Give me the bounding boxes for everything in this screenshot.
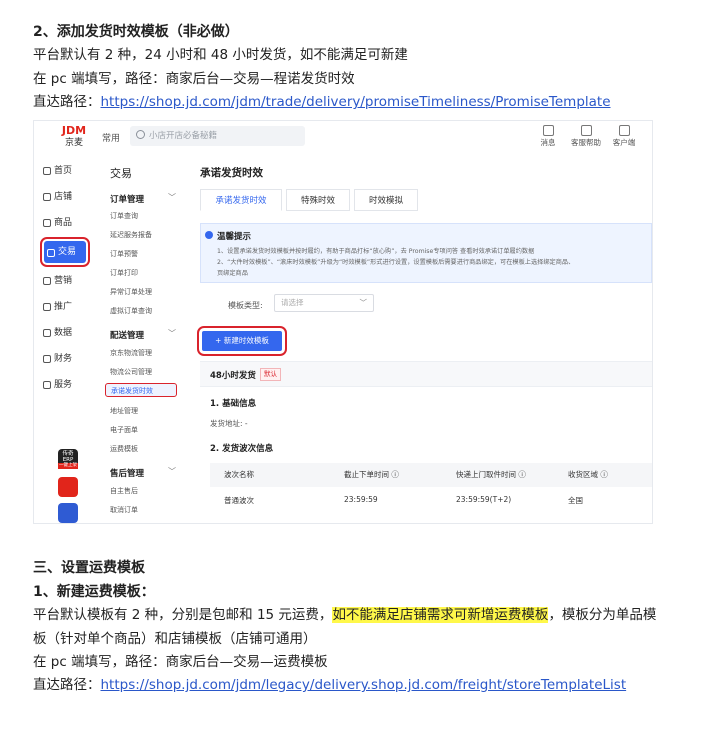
sub-nav-title: 交易 [110, 167, 132, 180]
new-template-button[interactable]: + 新建时效模板 [197, 326, 287, 356]
help-button[interactable]: 客服帮助 [566, 125, 606, 148]
group-after-sales[interactable]: 售后管理 ﹀ [110, 467, 176, 479]
sub-item-address[interactable]: 地址管理 [110, 406, 138, 416]
service-icon [43, 381, 51, 389]
chevron-down-icon: ﹀ [168, 193, 176, 202]
sub-item-delay-report[interactable]: 延迟服务报备 [110, 230, 152, 240]
table-header: 波次名称 截止下单时间 ⓘ 快递上门取件时间 ⓘ 收货区域 ⓘ [210, 463, 652, 487]
nav-shop[interactable]: 店铺 [40, 185, 92, 209]
home-icon [43, 167, 51, 175]
nav-goods[interactable]: 商品 [40, 211, 92, 235]
nav-home[interactable]: 首页 [40, 159, 92, 183]
sub-nav: 交易 订单管理 ﹀ 订单查询 延迟服务报备 订单预警 订单打印 异常订单处理 虚拟… [98, 153, 189, 523]
promise-template-link[interactable]: https://shop.jd.com/jdm/trade/delivery/p… [101, 94, 611, 110]
batch-info-heading: 2. 发货波次信息 [210, 444, 274, 454]
app-icon-blue[interactable] [58, 503, 78, 523]
nav-data[interactable]: 数据 [40, 321, 92, 345]
section-heading-2: 2、添加发货时效模板（非必做） [33, 24, 239, 40]
table-cell: 23:59:59 [344, 495, 378, 504]
default-badge: 默认 [260, 368, 281, 381]
sub-item-order-print[interactable]: 订单打印 [110, 268, 138, 278]
sub-item-abnormal-order[interactable]: 异常订单处理 [110, 287, 152, 297]
sub-item-jd-logistics[interactable]: 京东物流管理 [110, 348, 152, 358]
sub-item-freight-template[interactable]: 运费模板 [110, 444, 138, 454]
paragraph-pc-path: 在 pc 端填写，路径：商家后台—交易—程诺发货时效 [33, 71, 355, 87]
chevron-down-icon: ﹀ [359, 298, 368, 307]
tab-timeliness-simulation[interactable]: 时效模拟 [354, 189, 418, 211]
message-icon [542, 125, 554, 136]
promotion-icon [43, 303, 51, 311]
tip-line: 2、“大件时效模板”、“滚床时效模板”升级为“时效模板”形式进行设置，设置模板后… [217, 259, 575, 266]
paragraph-freight-defaults: 平台默认模板有 2 种，分别是包邮和 15 元运费，如不能满足店铺需求可新增运费… [33, 607, 657, 623]
client-button[interactable]: 客户端 [604, 125, 644, 148]
tab-promise-timeliness[interactable]: 承诺发货时效 [200, 189, 282, 211]
monitor-icon [618, 125, 630, 136]
top-bar: JDM 京麦 常用 小店开店必备秘籍 消息 客服帮助 客户端 [34, 121, 652, 154]
sub-item-order-query[interactable]: 订单查询 [110, 211, 138, 221]
tip-line: 页绑定商品 [217, 270, 248, 277]
nav-finance[interactable]: 财务 [40, 347, 92, 371]
table-cell: 全国 [568, 496, 583, 505]
jdm-logo: JDM 京麦 [61, 124, 87, 149]
sub-item-cancel-order[interactable]: 取消订单 [110, 505, 138, 515]
sub-item-virtual-order[interactable]: 虚拟订单查询 [110, 306, 152, 316]
data-icon [43, 329, 51, 337]
tab-special-timeliness[interactable]: 特殊时效 [286, 189, 350, 211]
nav-trade[interactable]: 交易 [40, 237, 90, 267]
sub-item-logistics-company[interactable]: 物流公司管理 [110, 367, 152, 377]
sub-item-self-after-sales[interactable]: 自主售后 [110, 486, 138, 496]
basic-info-heading: 1. 基础信息 [210, 399, 257, 409]
paragraph-freight-path: 在 pc 端填写，路径：商家后台—交易—运费模板 [33, 654, 328, 670]
goods-icon [43, 219, 51, 227]
nav-service[interactable]: 服务 [40, 373, 92, 397]
group-delivery[interactable]: 配送管理 ﹀ [110, 329, 176, 341]
subheading-new-freight: 1、新建运费模板： [33, 584, 155, 600]
sub-item-promise-timeliness[interactable]: 承诺发货时效 [105, 383, 177, 397]
tip-box: 温馨提示 1、设置承诺发货时效模板并按时履约，有助于商品打标“放心购”，去 Pr… [200, 223, 652, 283]
common-menu[interactable]: 常用 [102, 131, 120, 144]
template-type-select[interactable]: 请选择 ﹀ [274, 294, 374, 312]
direct-path-label: 直达路径： [33, 94, 101, 110]
nav-marketing[interactable]: 营销 [40, 269, 92, 293]
freight-template-link[interactable]: https://shop.jd.com/jdm/legacy/delivery.… [101, 677, 627, 693]
sub-item-order-warning[interactable]: 订单预警 [110, 249, 138, 259]
paragraph-direct-path: 直达路径：https://shop.jd.com/jdm/trade/deliv… [33, 92, 611, 112]
erp-app-icon[interactable]: 传奇 ERP 一键上架 [58, 449, 78, 469]
ship-address: 发货地址: - [210, 419, 248, 428]
table-cell: 普通波次 [224, 496, 254, 505]
table-cell: 23:59:59(T+2) [456, 495, 512, 504]
paragraph-freight-types: 板（针对单个商品）和店铺模板（店铺可通用） [33, 631, 317, 647]
chevron-down-icon: ﹀ [168, 329, 176, 338]
trade-icon [47, 249, 55, 257]
search-icon [136, 130, 145, 139]
paragraph-default-templates: 平台默认有 2 种，24 小时和 48 小时发货，如不能满足可新建 [33, 47, 408, 63]
app-icon-red[interactable] [58, 477, 78, 497]
message-button[interactable]: 消息 [528, 125, 568, 148]
info-icon [205, 231, 213, 239]
finance-icon [43, 355, 51, 363]
help-icon [580, 125, 592, 136]
nav-promotion[interactable]: 推广 [40, 295, 92, 319]
sub-item-e-waybill[interactable]: 电子面单 [110, 425, 138, 435]
store-icon [43, 193, 51, 201]
tip-title: 温馨提示 [205, 230, 251, 242]
template-type-label: 模板类型: [228, 301, 263, 310]
section-heading-3: 三、设置运费模板 [33, 560, 145, 576]
highlighted-text: 如不能满足店铺需求可新增运费模板 [332, 607, 549, 623]
left-nav: 首页 店铺 商品 交易 营销 推广 数据 财务 服务 传奇 ERP 一键上架 [34, 153, 99, 523]
document-page: 2、添加发货时效模板（非必做） 平台默认有 2 种，24 小时和 48 小时发货… [0, 0, 728, 737]
group-order[interactable]: 订单管理 ﹀ [110, 193, 176, 205]
marketing-icon [43, 277, 51, 285]
paragraph-freight-direct: 直达路径：https://shop.jd.com/jdm/legacy/deli… [33, 675, 626, 695]
jdm-screenshot: JDM 京麦 常用 小店开店必备秘籍 消息 客服帮助 客户端 首页 店铺 商品 … [33, 120, 653, 524]
chevron-down-icon: ﹀ [168, 467, 176, 476]
tip-line: 1、设置承诺发货时效模板并按时履约，有助于商品打标“放心购”，去 Promise… [217, 248, 535, 255]
main-panel: 承诺发货时效 承诺发货时效 特殊时效 时效模拟 温馨提示 1、设置承诺发货时效模… [188, 153, 652, 523]
template-section-header: 48小时发货 默认 [200, 361, 652, 387]
search-input[interactable]: 小店开店必备秘籍 [130, 126, 305, 146]
direct-path-label: 直达路径： [33, 677, 101, 693]
page-title: 承诺发货时效 [200, 167, 263, 179]
